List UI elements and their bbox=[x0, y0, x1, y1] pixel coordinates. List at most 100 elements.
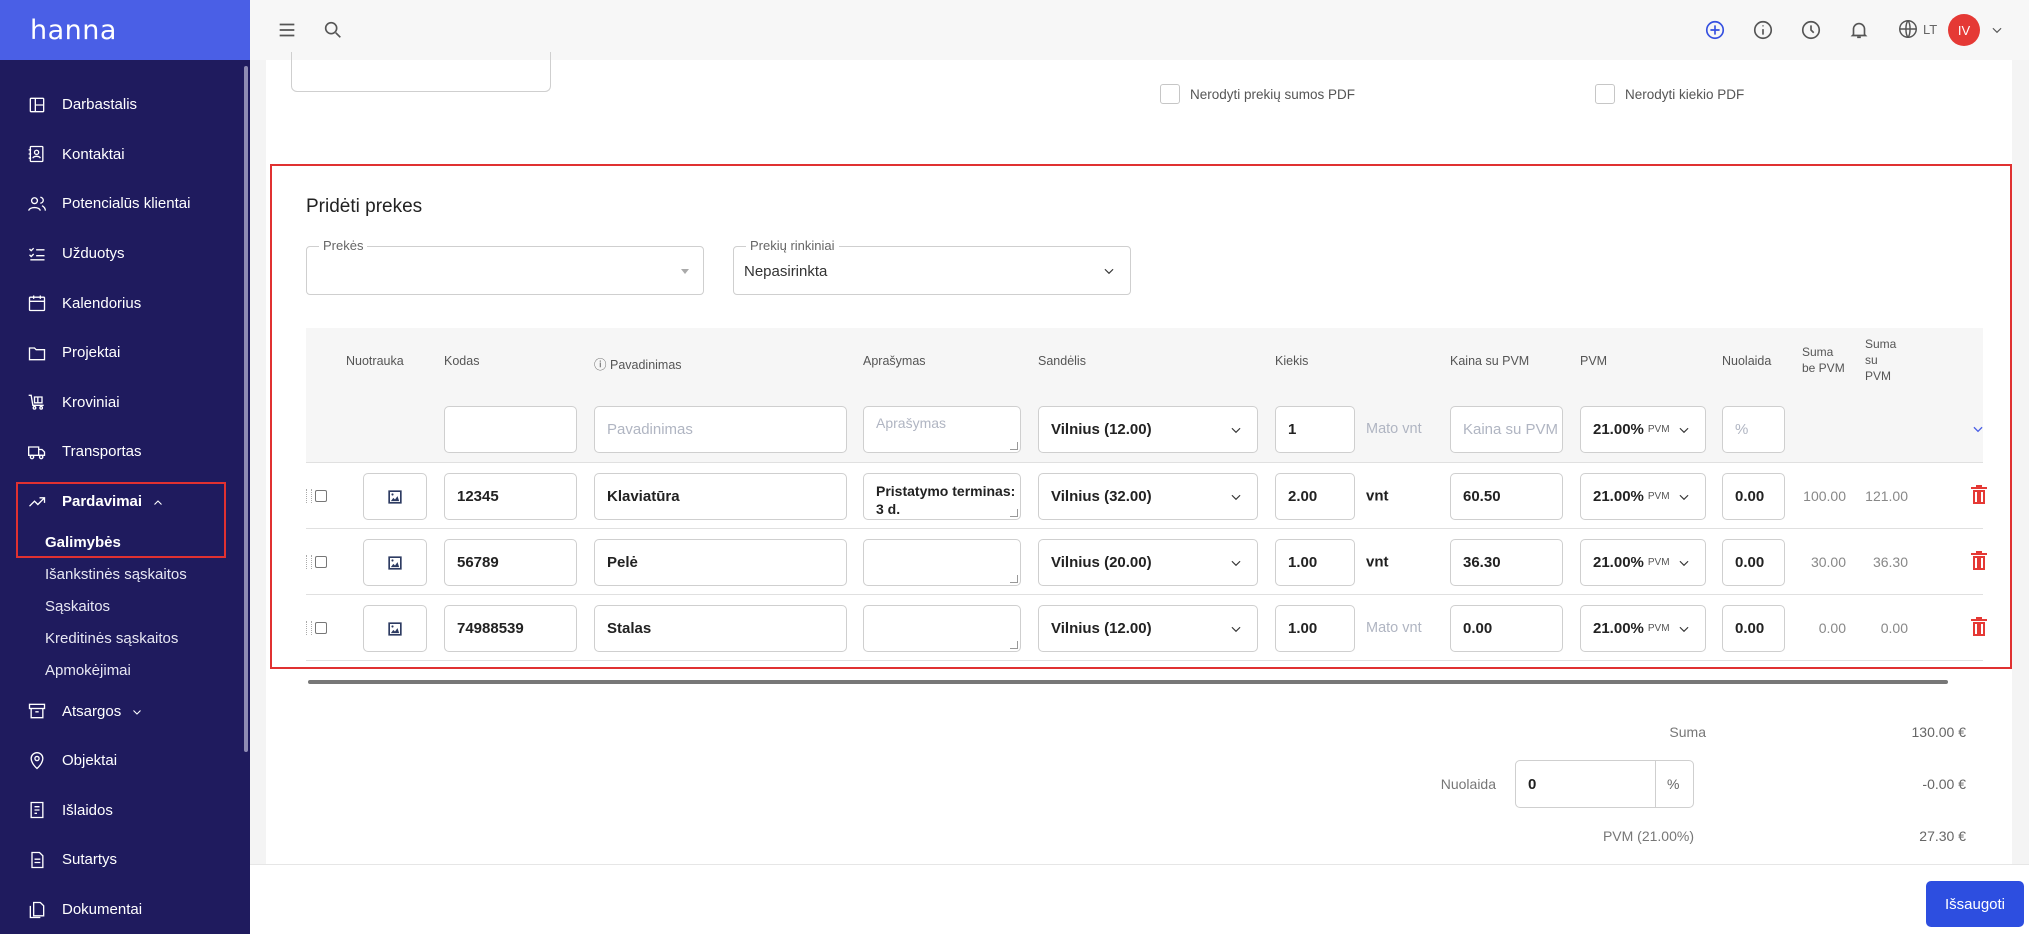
app-logo[interactable]: hanna bbox=[30, 15, 117, 46]
warehouse-select[interactable]: Vilnius (12.00) bbox=[1038, 406, 1258, 453]
image-upload-button[interactable] bbox=[363, 473, 427, 520]
resize-handle[interactable] bbox=[1010, 575, 1018, 583]
image-upload-button[interactable] bbox=[363, 539, 427, 586]
drag-handle-icon[interactable] bbox=[306, 555, 312, 569]
quantity-input[interactable]: 2.00 bbox=[1275, 473, 1355, 520]
resize-handle[interactable] bbox=[1010, 509, 1018, 517]
discount-input[interactable]: 0.00 bbox=[1722, 473, 1785, 520]
sidebar-item-kalendorius[interactable]: Kalendorius bbox=[0, 278, 250, 328]
hide-sum-pdf-checkbox[interactable] bbox=[1160, 84, 1180, 104]
save-button[interactable]: Išsaugoti bbox=[1926, 881, 2024, 927]
clock-icon[interactable] bbox=[1798, 17, 1824, 43]
menu-icon[interactable] bbox=[274, 17, 300, 43]
hide-qty-pdf-option[interactable]: Nerodyti kiekio PDF bbox=[1595, 84, 1744, 104]
sidebar-item-u-duotys[interactable]: Užduotys bbox=[0, 229, 250, 279]
code-input[interactable]: 56789 bbox=[444, 539, 577, 586]
header-warehouse: Sandėlis bbox=[1038, 354, 1086, 368]
resize-handle[interactable] bbox=[1010, 641, 1018, 649]
table-row: 74988539 Stalas Vilnius (12.00) 1.00 Mato vn… bbox=[306, 595, 1987, 661]
image-upload-button[interactable] bbox=[363, 605, 427, 652]
vat-select[interactable]: 21.00% PVM bbox=[1580, 605, 1706, 652]
warehouse-select[interactable]: Vilnius (12.00) bbox=[1038, 605, 1258, 652]
sidebar-scrollbar[interactable] bbox=[244, 66, 248, 752]
sidebar-item-objektai[interactable]: Objektai bbox=[0, 736, 250, 786]
sidebar-subitem[interactable]: Sąskaitos bbox=[0, 590, 250, 622]
products-label: Prekės bbox=[319, 238, 368, 253]
sidebar-subitem[interactable]: Kreditinės sąskaitos bbox=[0, 622, 250, 654]
name-input[interactable]: Pavadinimas bbox=[594, 406, 847, 453]
sidebar-item-kroviniai[interactable]: Kroviniai bbox=[0, 378, 250, 428]
price-input[interactable]: 36.30 bbox=[1450, 539, 1563, 586]
section-title: Pridėti prekes bbox=[306, 196, 423, 217]
hide-qty-pdf-checkbox[interactable] bbox=[1595, 84, 1615, 104]
row-checkbox[interactable] bbox=[315, 622, 327, 634]
unit-field[interactable]: vnt bbox=[1366, 488, 1426, 505]
trash-icon[interactable] bbox=[1971, 551, 1987, 571]
resize-handle[interactable] bbox=[1010, 442, 1018, 450]
sidebar-item-dokumentai[interactable]: Dokumentai bbox=[0, 885, 250, 934]
sidebar-item-atsargos[interactable]: Atsargos bbox=[0, 686, 250, 736]
vat-select[interactable]: 21.00% PVM bbox=[1580, 406, 1706, 453]
sidebar-item-potencial-s-klientai[interactable]: Potencialūs klientai bbox=[0, 179, 250, 229]
unit-field[interactable]: Mato vnt bbox=[1366, 620, 1426, 636]
sidebar-item-kontaktai[interactable]: Kontaktai bbox=[0, 130, 250, 180]
bell-icon[interactable] bbox=[1846, 17, 1872, 43]
discount-input[interactable]: 0.00 bbox=[1722, 539, 1785, 586]
table-scrollbar[interactable] bbox=[308, 680, 1948, 684]
info-icon[interactable] bbox=[1750, 17, 1776, 43]
description-textarea[interactable] bbox=[863, 539, 1021, 586]
sidebar-item-i-laidos[interactable]: Išlaidos bbox=[0, 786, 250, 836]
sidebar: hanna Darbastalis Kontaktai Potencialūs kl… bbox=[0, 0, 250, 934]
sidebar-subitem[interactable]: Apmokėjimai bbox=[0, 654, 250, 686]
description-textarea[interactable] bbox=[863, 605, 1021, 652]
description-textarea[interactable]: Aprašymas bbox=[863, 406, 1021, 453]
sidebar-subitem[interactable]: Išankstinės sąskaitos bbox=[0, 558, 250, 590]
sidebar-item-transportas[interactable]: Transportas bbox=[0, 427, 250, 477]
sidebar-item-projektai[interactable]: Projektai bbox=[0, 328, 250, 378]
code-input[interactable]: 74988539 bbox=[444, 605, 577, 652]
row-checkbox[interactable] bbox=[315, 556, 327, 568]
sidebar-item-darbastalis[interactable]: Darbastalis bbox=[0, 80, 250, 130]
warehouse-select[interactable]: Vilnius (32.00) bbox=[1038, 473, 1258, 520]
code-input[interactable]: 12345 bbox=[444, 473, 577, 520]
chevron-down-icon bbox=[1229, 423, 1243, 437]
quantity-input[interactable]: 1 bbox=[1275, 406, 1355, 453]
drag-handle-icon[interactable] bbox=[306, 621, 312, 635]
add-icon[interactable] bbox=[1702, 17, 1728, 43]
input-field[interactable] bbox=[291, 52, 551, 92]
code-input[interactable] bbox=[444, 406, 577, 453]
vat-select[interactable]: 21.00% PVM bbox=[1580, 539, 1706, 586]
chevron-down-icon[interactable] bbox=[1971, 422, 1985, 436]
name-input[interactable]: Klaviatūra bbox=[594, 473, 847, 520]
price-input[interactable]: Kaina su PVM bbox=[1450, 406, 1563, 453]
sidebar-item-sutartys[interactable]: Sutartys bbox=[0, 835, 250, 885]
quantity-input[interactable]: 1.00 bbox=[1275, 605, 1355, 652]
language-switcher[interactable]: LT bbox=[1897, 18, 1937, 40]
hide-sum-pdf-option[interactable]: Nerodyti prekių sumos PDF bbox=[1160, 84, 1355, 104]
products-select[interactable]: Prekės bbox=[306, 238, 704, 295]
unit-input[interactable]: Mato vnt bbox=[1366, 421, 1426, 437]
logo-bar: hanna bbox=[0, 0, 250, 60]
chevron-down-icon[interactable] bbox=[1990, 23, 2004, 37]
price-input[interactable]: 0.00 bbox=[1450, 605, 1563, 652]
total-discount-input[interactable]: 0 % bbox=[1515, 760, 1694, 808]
sum-label: Suma bbox=[1669, 724, 1706, 740]
trash-icon[interactable] bbox=[1971, 617, 1987, 637]
discount-input[interactable]: 0.00 bbox=[1722, 605, 1785, 652]
drag-handle-icon[interactable] bbox=[306, 489, 312, 503]
discount-input[interactable]: % bbox=[1722, 406, 1785, 453]
product-sets-select[interactable]: Prekių rinkiniai Nepasirinkta bbox=[733, 238, 1131, 295]
sidebar-item-label: Darbastalis bbox=[62, 96, 138, 114]
search-icon[interactable] bbox=[320, 17, 346, 43]
description-textarea[interactable]: Pristatymo terminas: 3 d. bbox=[863, 473, 1021, 520]
quantity-input[interactable]: 1.00 bbox=[1275, 539, 1355, 586]
unit-field[interactable]: vnt bbox=[1366, 554, 1426, 571]
price-input[interactable]: 60.50 bbox=[1450, 473, 1563, 520]
avatar[interactable]: IV bbox=[1948, 14, 1980, 46]
warehouse-select[interactable]: Vilnius (20.00) bbox=[1038, 539, 1258, 586]
name-input[interactable]: Pelė bbox=[594, 539, 847, 586]
vat-select[interactable]: 21.00% PVM bbox=[1580, 473, 1706, 520]
trash-icon[interactable] bbox=[1971, 485, 1987, 505]
row-checkbox[interactable] bbox=[315, 490, 327, 502]
name-input[interactable]: Stalas bbox=[594, 605, 847, 652]
